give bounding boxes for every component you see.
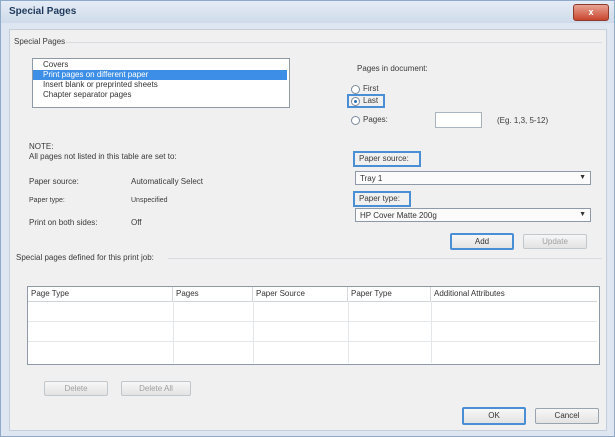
radio-last-label: Last bbox=[363, 96, 379, 105]
pages-input[interactable] bbox=[435, 112, 482, 128]
default-paper-source-value: Automatically Select bbox=[131, 177, 204, 186]
column-header-paper-source[interactable]: Paper Source bbox=[253, 287, 348, 301]
list-item-chapter-separator[interactable]: Chapter separator pages bbox=[33, 90, 287, 100]
delete-button[interactable]: Delete bbox=[44, 381, 108, 396]
paper-type-value: HP Cover Matte 200g bbox=[360, 211, 437, 220]
defined-pages-label: Special pages defined for this print job… bbox=[16, 253, 154, 262]
special-pages-table[interactable]: Page Type Pages Paper Source Paper Type … bbox=[27, 286, 600, 365]
pages-hint: (Eg. 1,3, 5-12) bbox=[497, 116, 549, 125]
column-divider bbox=[173, 301, 174, 363]
note-heading: NOTE: bbox=[29, 142, 54, 151]
row-divider bbox=[28, 321, 597, 322]
row-divider bbox=[28, 341, 597, 342]
paper-source-dropdown[interactable]: Tray 1 ▼ bbox=[355, 171, 591, 185]
pages-in-document-label: Pages in document: bbox=[357, 64, 428, 73]
column-header-additional-attributes[interactable]: Additional Attributes bbox=[431, 287, 597, 301]
list-item-covers[interactable]: Covers bbox=[33, 60, 287, 70]
radio-pages-label: Pages: bbox=[363, 115, 388, 124]
group-label: Special Pages bbox=[14, 37, 66, 46]
default-paper-source-label: Paper source: bbox=[29, 177, 79, 186]
paper-source-label: Paper source: bbox=[359, 154, 409, 163]
header-divider bbox=[28, 301, 597, 302]
default-duplex-label: Print on both sides: bbox=[29, 218, 98, 227]
column-divider bbox=[348, 301, 349, 363]
note-text: All pages not listed in this table are s… bbox=[29, 152, 177, 161]
radio-pages[interactable] bbox=[351, 116, 360, 125]
radio-last[interactable] bbox=[351, 97, 360, 106]
add-button[interactable]: Add bbox=[450, 233, 514, 250]
column-header-pages[interactable]: Pages bbox=[173, 287, 253, 301]
ok-button[interactable]: OK bbox=[462, 407, 526, 425]
paper-type-dropdown[interactable]: HP Cover Matte 200g ▼ bbox=[355, 208, 591, 222]
close-button[interactable]: x bbox=[573, 4, 609, 21]
table-group-divider bbox=[168, 258, 602, 259]
default-paper-type-value: Unspecified bbox=[131, 197, 168, 204]
list-item-blank-sheets[interactable]: Insert blank or preprinted sheets bbox=[33, 80, 287, 90]
special-pages-window: Special Pages x Special Pages Covers Pri… bbox=[0, 0, 615, 437]
default-paper-type-label: Paper type: bbox=[29, 197, 65, 204]
default-duplex-value: Off bbox=[131, 218, 142, 227]
column-divider bbox=[431, 301, 432, 363]
group-divider bbox=[66, 42, 602, 43]
column-header-paper-type[interactable]: Paper Type bbox=[348, 287, 431, 301]
cancel-button[interactable]: Cancel bbox=[535, 408, 599, 424]
special-page-type-list[interactable]: Covers Print pages on different paper In… bbox=[32, 58, 290, 108]
delete-all-button[interactable]: Delete All bbox=[121, 381, 191, 396]
chevron-down-icon[interactable]: ▼ bbox=[579, 211, 586, 218]
radio-first-label: First bbox=[363, 84, 379, 93]
paper-source-value: Tray 1 bbox=[360, 174, 383, 183]
list-item-different-paper[interactable]: Print pages on different paper bbox=[33, 70, 287, 80]
window-title: Special Pages bbox=[9, 6, 77, 17]
paper-type-label: Paper type: bbox=[359, 194, 400, 203]
title-bar[interactable]: Special Pages x bbox=[1, 1, 614, 23]
close-icon[interactable]: x bbox=[588, 7, 593, 17]
column-divider bbox=[253, 301, 254, 363]
radio-first[interactable] bbox=[351, 85, 360, 94]
update-button[interactable]: Update bbox=[523, 234, 587, 249]
chevron-down-icon[interactable]: ▼ bbox=[579, 174, 586, 181]
dialog-body: Special Pages Covers Print pages on diff… bbox=[9, 29, 607, 431]
column-header-page-type[interactable]: Page Type bbox=[28, 287, 173, 301]
